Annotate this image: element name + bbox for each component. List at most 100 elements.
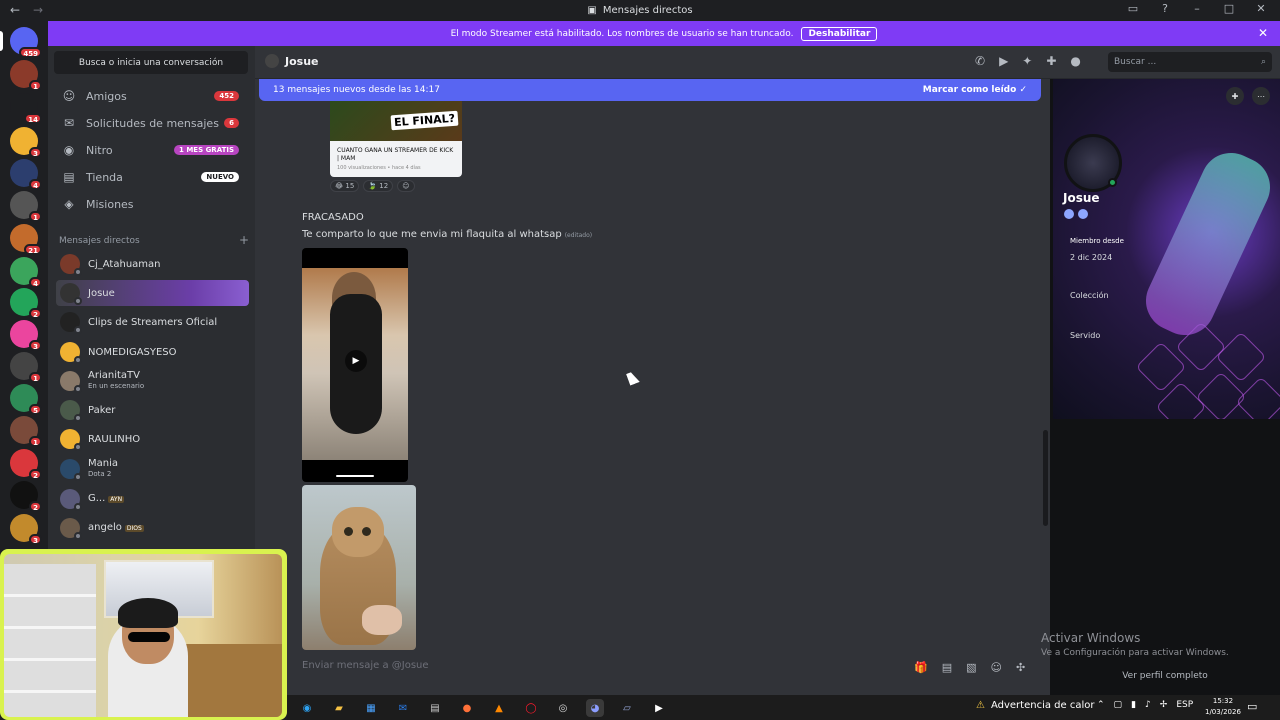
- server-icon[interactable]: 2: [10, 481, 42, 512]
- view-full-profile-link[interactable]: Ver perfil completo: [1050, 671, 1280, 681]
- phone-icon[interactable]: ✆: [975, 54, 985, 68]
- server-icon[interactable]: 21: [10, 224, 42, 255]
- dm-item[interactable]: Clips de Streamers Oficial: [56, 309, 249, 335]
- play-icon[interactable]: ▶: [345, 350, 367, 372]
- notification-icon[interactable]: ▭: [1247, 700, 1257, 713]
- app-icon[interactable]: ▱: [618, 699, 636, 717]
- discord-taskbar-icon[interactable]: ◕: [586, 699, 604, 717]
- profile-avatar[interactable]: [1064, 134, 1122, 192]
- disable-streamer-button[interactable]: Deshabilitar: [801, 26, 878, 41]
- nav-item-nitro[interactable]: ◉ Nitro 1 MES GRATIS: [56, 138, 247, 162]
- title-bar: ← → ▣ Mensajes directos ▭ ? – □ ✕: [0, 0, 1280, 21]
- dm-item[interactable]: Mania Dota 2: [56, 456, 249, 482]
- collection-section[interactable]: Colección: [1070, 291, 1109, 300]
- new-messages-bar[interactable]: 13 mensajes nuevos desde las 14:17 Marca…: [259, 79, 1041, 101]
- server-icon[interactable]: 2: [10, 449, 42, 480]
- server-icon[interactable]: 5: [10, 384, 42, 415]
- image-attachment[interactable]: [302, 485, 416, 650]
- badge-icon: [1064, 209, 1074, 219]
- apps-icon[interactable]: ✣: [1016, 661, 1025, 674]
- dm-item[interactable]: angelo DIOS: [56, 515, 249, 541]
- nav-item-friends[interactable]: ☺ Amigos 452: [56, 84, 247, 108]
- server-icon[interactable]: 4: [10, 159, 42, 190]
- video-progress-bar[interactable]: [336, 475, 374, 477]
- gif-icon[interactable]: ▤: [942, 661, 952, 674]
- video-icon[interactable]: ▶: [999, 54, 1008, 68]
- recipient-name[interactable]: Josue: [285, 55, 319, 68]
- edge-icon[interactable]: ◉: [298, 699, 316, 717]
- server-icon[interactable]: 14: [10, 93, 42, 124]
- add-reaction-icon[interactable]: ☺: [397, 180, 415, 192]
- back-arrow-icon[interactable]: ←: [10, 3, 20, 17]
- vlc-icon[interactable]: ▲: [490, 699, 508, 717]
- add-friend-icon[interactable]: ✚: [1226, 87, 1244, 105]
- language-indicator[interactable]: ESP: [1176, 700, 1193, 710]
- gift-icon[interactable]: 🎁: [914, 661, 928, 674]
- media-player-icon[interactable]: ▶: [650, 699, 668, 717]
- dm-item[interactable]: Cj_Atahuaman: [56, 251, 249, 277]
- firefox-icon[interactable]: ●: [458, 699, 476, 717]
- search-input[interactable]: Buscar ... ⌕: [1108, 52, 1272, 72]
- reaction-leaf[interactable]: 🍃 12: [363, 180, 394, 192]
- chevron-up-icon[interactable]: ⌃: [1097, 700, 1105, 710]
- sticker-icon[interactable]: ▧: [966, 661, 976, 674]
- nav-item-quest[interactable]: ◈ Misiones: [56, 192, 247, 216]
- server-icon[interactable]: 1: [10, 191, 42, 222]
- microphone-icon[interactable]: ▮: [1131, 700, 1136, 710]
- nav-item-shop[interactable]: ▤ Tienda NUEVO: [56, 165, 247, 189]
- minimize-button[interactable]: –: [1188, 2, 1206, 15]
- taskbar-clock[interactable]: 15:32 1/03/2026: [1205, 696, 1241, 718]
- dm-item[interactable]: NOMEDIGASYESO: [56, 339, 249, 365]
- server-icon[interactable]: 2: [10, 288, 42, 319]
- close-window-button[interactable]: ✕: [1252, 2, 1270, 15]
- plus-icon[interactable]: +: [239, 234, 249, 246]
- forward-arrow-icon[interactable]: →: [33, 3, 43, 17]
- network-icon[interactable]: ✢: [1160, 700, 1168, 710]
- nav-badge: 1 MES GRATIS: [174, 145, 239, 155]
- dm-item[interactable]: RAULINHO: [56, 426, 249, 452]
- video-embed-card[interactable]: EL FINAL? CUANTO GANA UN STREAMER DE KIC…: [330, 101, 462, 177]
- reaction-laugh[interactable]: 😂 15: [330, 180, 360, 192]
- badge-icon: [1078, 209, 1088, 219]
- mutual-servers-section[interactable]: Servido: [1070, 331, 1100, 340]
- dm-item[interactable]: Josue: [56, 280, 249, 306]
- server-icon[interactable]: 3: [10, 127, 42, 158]
- server-icon[interactable]: 1: [10, 352, 42, 383]
- chat-scrollbar[interactable]: [1043, 430, 1048, 526]
- steam-icon[interactable]: ◎: [554, 699, 572, 717]
- mark-read-button[interactable]: Marcar como leído ✓: [923, 85, 1027, 95]
- app-icon[interactable]: ▤: [426, 699, 444, 717]
- nav-item-envelope[interactable]: ✉ Solicitudes de mensajes 6: [56, 111, 247, 135]
- dm-sidebar: Busca o inicia una conversación ☺ Amigos 4…: [48, 46, 255, 549]
- conversation-search-button[interactable]: Busca o inicia una conversación: [54, 51, 248, 74]
- server-icon[interactable]: 4: [10, 257, 42, 288]
- outlook-icon[interactable]: ✉: [394, 699, 412, 717]
- dm-item[interactable]: G... AYN: [56, 486, 249, 512]
- store-icon[interactable]: ▦: [362, 699, 380, 717]
- tray-app-icon[interactable]: ▢: [1114, 700, 1123, 710]
- opera-icon[interactable]: ◯: [522, 699, 540, 717]
- server-icon[interactable]: 1: [10, 60, 42, 91]
- add-friend-icon[interactable]: ✚: [1046, 54, 1056, 68]
- emoji-icon[interactable]: ☺: [991, 661, 1002, 674]
- user-profile-icon[interactable]: ●: [1070, 54, 1080, 68]
- volume-icon[interactable]: ♪: [1145, 700, 1151, 710]
- server-icon[interactable]: 3: [10, 320, 42, 351]
- dm-item[interactable]: ArianitaTV En un escenario: [56, 368, 249, 394]
- close-icon[interactable]: ✕: [1258, 26, 1268, 40]
- server-icon[interactable]: 3: [10, 514, 42, 545]
- embed-title[interactable]: CUANTO GANA UN STREAMER DE KICK | MAM: [330, 141, 462, 163]
- video-attachment[interactable]: ▶: [302, 248, 408, 482]
- inbox-icon[interactable]: ▭: [1124, 2, 1142, 15]
- more-options-icon[interactable]: ⋯: [1252, 87, 1270, 105]
- server-icon[interactable]: 1: [10, 416, 42, 447]
- video-thumbnail[interactable]: EL FINAL?: [330, 101, 462, 141]
- dm-item[interactable]: Paker: [56, 397, 249, 423]
- pin-icon[interactable]: ✦: [1022, 54, 1032, 68]
- help-icon[interactable]: ?: [1156, 2, 1174, 15]
- nav-item-label: Amigos: [86, 89, 127, 103]
- heat-warning[interactable]: ⚠ Advertencia de calor: [976, 700, 1094, 711]
- home-button[interactable]: 459: [10, 27, 42, 58]
- maximize-button[interactable]: □: [1220, 2, 1238, 15]
- file-explorer-icon[interactable]: ▰: [330, 699, 348, 717]
